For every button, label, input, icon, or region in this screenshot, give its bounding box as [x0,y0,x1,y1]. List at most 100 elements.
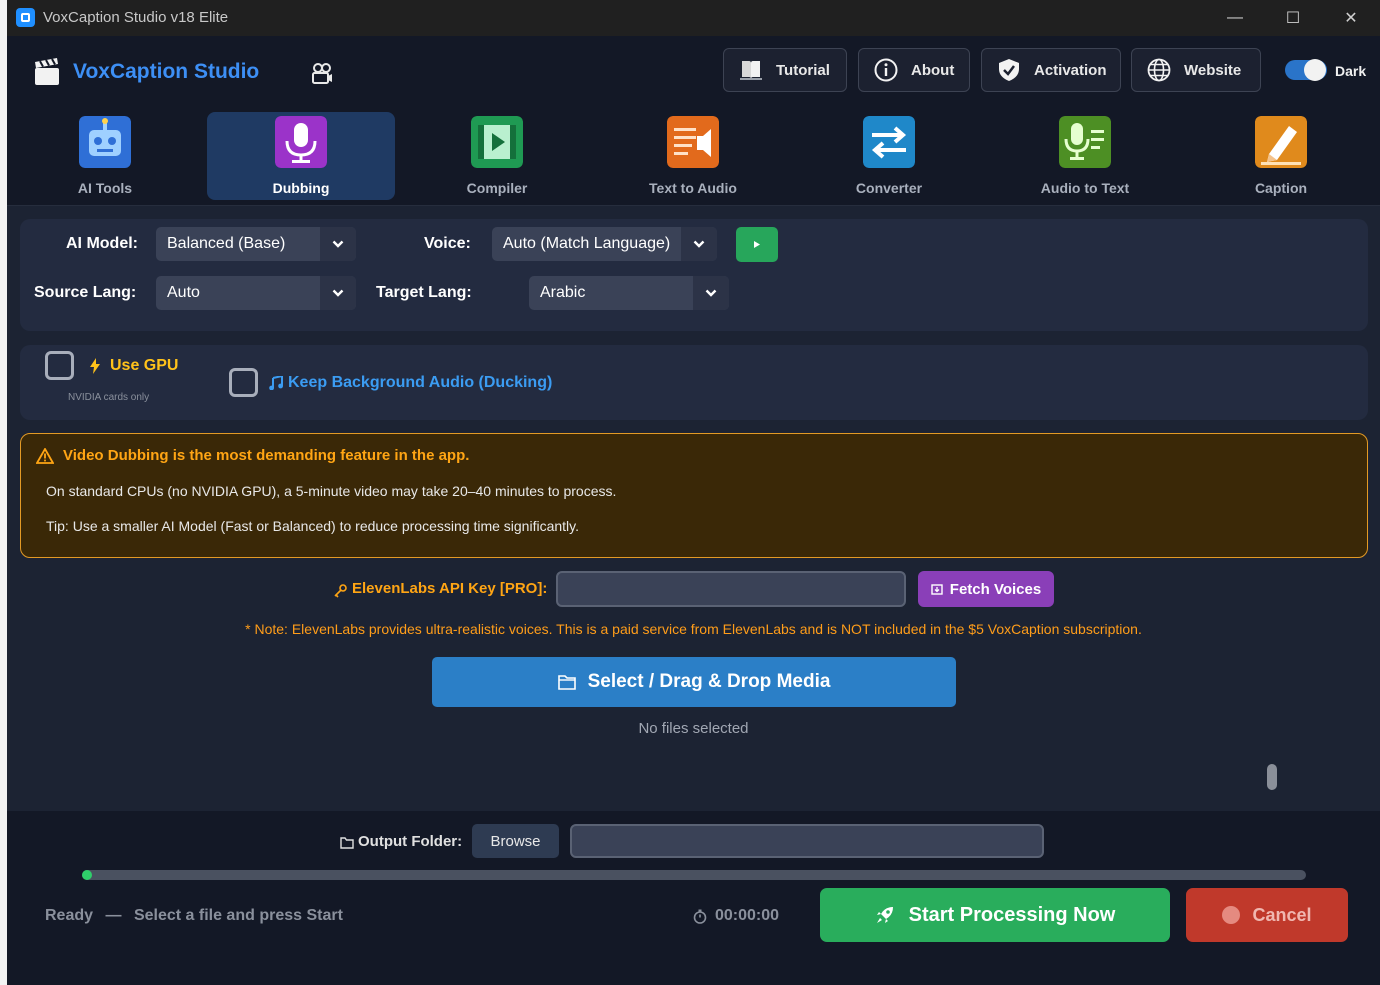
lightning-icon [90,358,100,374]
elevenlabs-api-key-input[interactable] [556,571,906,607]
voice-label: Voice: [424,235,471,252]
activation-button[interactable]: Activation [981,48,1121,92]
app-icon [16,8,35,27]
play-icon [754,241,760,248]
tab-label: Text to Audio [649,180,737,196]
tutorial-label: Tutorial [776,61,830,79]
use-gpu-label: Use GPU [110,357,179,374]
target-lang-label: Target Lang: [376,284,472,301]
minimize-button[interactable]: — [1206,0,1264,36]
gpu-note: NVIDIA cards only [68,392,150,403]
download-icon [931,584,943,595]
tutorial-button[interactable]: Tutorial [723,48,847,92]
website-label: Website [1184,61,1242,79]
tab-bar: AI Tools Dubbing Compiler Text to Audio … [7,106,1380,206]
fetch-voices-button[interactable]: Fetch Voices [918,571,1054,607]
keep-background-audio-label: Keep Background Audio (Ducking) [288,374,553,391]
source-lang-value: Auto [167,284,200,301]
about-label: About [911,61,955,79]
maximize-button[interactable]: ☐ [1264,0,1322,36]
progress-fill [82,870,92,880]
app-window: VoxCaption Studio v18 Elite — ☐ ✕ VoxCap… [7,0,1380,985]
folder-icon [557,675,576,690]
file-status: No files selected [638,720,749,737]
tab-label: Caption [1254,180,1308,196]
chevron-down-icon [320,227,356,261]
stopwatch-icon [693,909,707,924]
activation-label: Activation [1034,61,1107,79]
voice-select[interactable]: Auto (Match Language) [492,227,717,261]
window-title: VoxCaption Studio v18 Elite [43,9,229,26]
projector-icon [312,63,332,84]
scrollbar-handle[interactable] [1267,764,1277,790]
title-bar: VoxCaption Studio v18 Elite — ☐ ✕ [7,0,1380,36]
about-button[interactable]: About [858,48,970,92]
chevron-down-icon [693,276,729,310]
use-gpu-checkbox[interactable] [45,351,74,380]
target-lang-select[interactable]: Arabic [529,276,729,310]
performance-warning: Video Dubbing is the most demanding feat… [20,433,1368,558]
tab-label: Audio to Text [1040,180,1130,196]
cancel-label: Cancel [1252,904,1312,925]
swap-arrows-icon [863,116,915,168]
dubbing-settings-panel: AI Model: Balanced (Base) Voice: Auto (M… [20,219,1368,331]
tab-ai-tools[interactable]: AI Tools [11,112,199,200]
robot-icon [79,116,131,168]
film-play-icon [471,116,523,168]
browse-label: Browse [490,832,541,850]
tab-label: Compiler [466,180,528,196]
dark-mode-toggle[interactable] [1285,59,1327,81]
clapperboard-icon [35,58,59,85]
elevenlabs-note: * Note: ElevenLabs provides ultra-realis… [245,621,1142,637]
ai-model-label: AI Model: [66,235,138,252]
timer-value: 00:00:00 [715,907,780,924]
output-folder-label: Output Folder: [358,833,463,850]
stop-icon [1222,906,1241,924]
tab-label: AI Tools [77,180,133,196]
cancel-button[interactable]: Cancel [1186,888,1348,942]
fetch-voices-label: Fetch Voices [949,580,1042,598]
tab-label: Dubbing [272,180,330,196]
bottom-panel: Output Folder: Browse Ready — Select a f… [7,811,1380,985]
tab-compiler[interactable]: Compiler [403,112,591,200]
text-speaker-icon [667,116,719,168]
shield-check-icon [996,57,1022,83]
book-icon [738,57,764,83]
source-lang-select[interactable]: Auto [156,276,356,310]
warning-text: On standard CPUs (no NVIDIA GPU), a 5-mi… [46,483,617,499]
app-header: VoxCaption Studio Tutorial About Activat… [7,36,1380,106]
progress-bar [82,870,1306,880]
voice-value: Auto (Match Language) [503,235,671,252]
mic-text-icon [1059,116,1111,168]
start-processing-button[interactable]: Start Processing Now [820,888,1170,942]
ai-model-select[interactable]: Balanced (Base) [156,227,356,261]
chevron-down-icon [320,276,356,310]
brand-title: VoxCaption Studio [73,60,260,83]
music-note-icon [269,376,283,390]
elevenlabs-api-label: ElevenLabs API Key [PRO]: [352,580,548,597]
status-separator: — [105,907,122,924]
tab-converter[interactable]: Converter [795,112,983,200]
tab-text-to-audio[interactable]: Text to Audio [599,112,787,200]
output-folder-input[interactable] [570,824,1044,858]
info-icon [873,57,899,83]
warning-tip: Tip: Use a smaller AI Model (Fast or Bal… [46,518,579,534]
source-lang-label: Source Lang: [34,284,137,301]
ai-model-value: Balanced (Base) [167,235,286,252]
chevron-down-icon [681,227,717,261]
voice-preview-button[interactable] [736,227,778,262]
tab-audio-to-text[interactable]: Audio to Text [991,112,1179,200]
warning-icon [36,448,54,464]
browse-button[interactable]: Browse [472,824,559,858]
folder-icon [340,837,354,849]
website-button[interactable]: Website [1131,48,1261,92]
target-lang-value: Arabic [540,284,586,301]
tab-dubbing[interactable]: Dubbing [207,112,395,200]
tab-caption[interactable]: Caption [1187,112,1375,200]
elapsed-timer: 00:00:00 [693,907,779,925]
globe-icon [1146,57,1172,83]
keep-background-audio-checkbox[interactable] [229,368,258,397]
close-button[interactable]: ✕ [1322,0,1380,36]
select-media-button[interactable]: Select / Drag & Drop Media [432,657,956,707]
desktop-edge [0,0,7,985]
